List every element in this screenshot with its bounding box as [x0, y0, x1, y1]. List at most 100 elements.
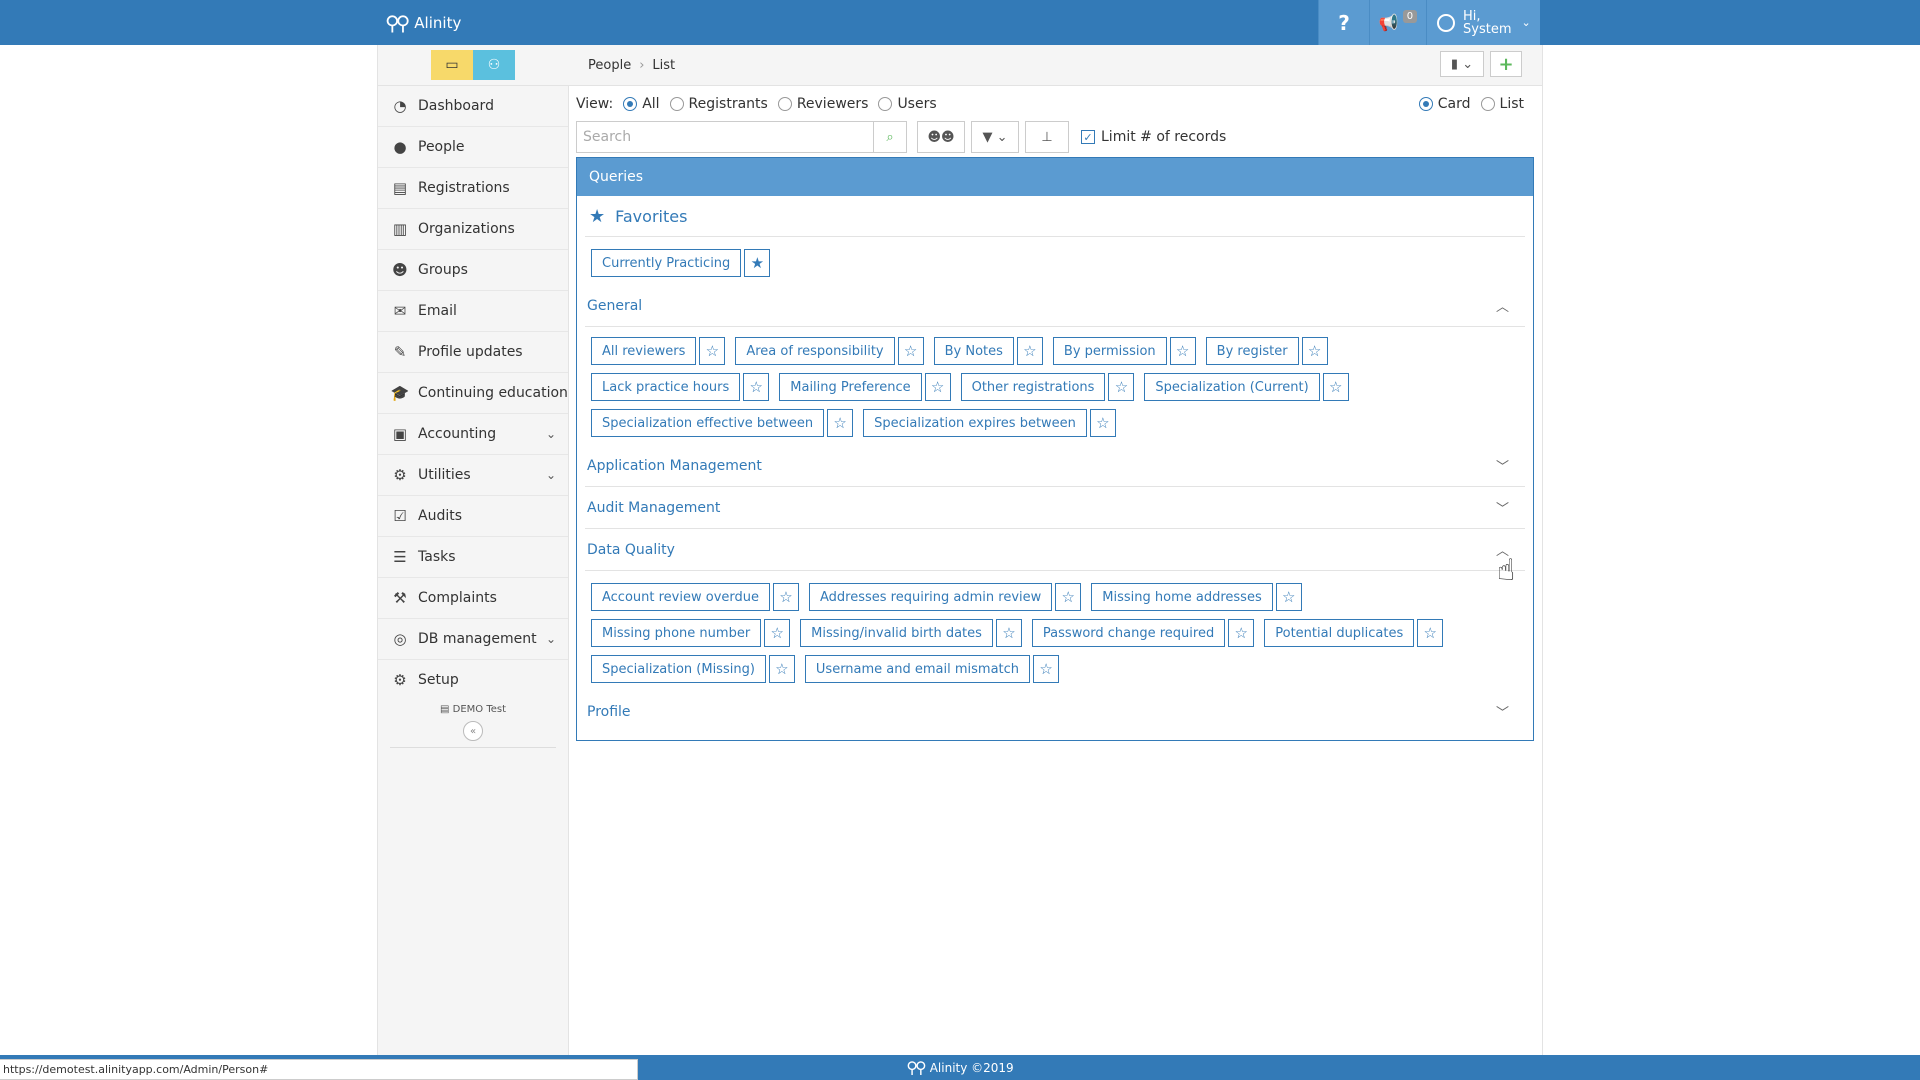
query-chip[interactable]: Specialization (Missing)	[591, 655, 766, 683]
section-audit-management[interactable]: Audit Management ﹀	[585, 487, 1525, 529]
sidebar-item-tasks[interactable]: ☰ Tasks	[378, 537, 568, 578]
star-outline-icon[interactable]: ☆	[764, 619, 791, 647]
query-chip[interactable]: Password change required	[1031, 619, 1226, 647]
sidebar-item-label: Dashboard	[418, 98, 494, 114]
star-outline-icon[interactable]: ☆	[1169, 337, 1196, 365]
view-radio-registrants[interactable]	[669, 97, 684, 111]
section-data-quality[interactable]: Data Quality ︿	[585, 529, 1525, 571]
star-outline-icon[interactable]: ☆	[995, 619, 1022, 647]
add-button[interactable]: +	[1490, 51, 1522, 77]
query-chip[interactable]: Username and email mismatch	[804, 655, 1031, 683]
star-outline-icon[interactable]: ☆	[1228, 619, 1255, 647]
section-general[interactable]: General ︿	[585, 285, 1525, 326]
filter-button[interactable]: ▼ ⌄	[971, 121, 1019, 153]
sidebar-item-setup[interactable]: ⚙ Setup	[378, 660, 568, 700]
sidebar-item-complaints[interactable]: ⚒ Complaints	[378, 578, 568, 619]
star-outline-icon[interactable]: ☆	[1033, 655, 1060, 683]
query-chip[interactable]: Addresses requiring admin review	[809, 583, 1053, 611]
star-outline-icon[interactable]: ☆	[743, 373, 770, 401]
query-chip[interactable]: Specialization effective between	[591, 409, 825, 437]
sidebar-item-email[interactable]: ✉ Email	[378, 291, 568, 332]
person-mode-button[interactable]: ⚇	[473, 50, 515, 80]
limit-records-checkbox[interactable]: ✓	[1081, 130, 1095, 144]
database-icon: ◎	[393, 630, 407, 648]
sidebar-item-accounting[interactable]: ▣ Accounting ⌄	[378, 414, 568, 455]
query-chip[interactable]: Potential duplicates	[1264, 619, 1415, 647]
sidebar-collapse-button[interactable]: «	[463, 721, 483, 741]
query-chip[interactable]: Missing home addresses	[1091, 583, 1273, 611]
star-outline-icon[interactable]: ☆	[1016, 337, 1043, 365]
notifications-button[interactable]: 📢 0	[1369, 0, 1426, 45]
query-chip[interactable]: Account review overdue	[591, 583, 770, 611]
query-chip[interactable]: Area of responsibility	[735, 337, 895, 365]
query-chip[interactable]: Specialization (Current)	[1144, 373, 1320, 401]
chevron-down-icon: ﹀	[1495, 706, 1509, 721]
sidebar-item-groups[interactable]: ☻ Groups	[378, 250, 568, 291]
search-input[interactable]: Search	[576, 121, 874, 153]
layout-radio-list[interactable]	[1480, 97, 1495, 111]
sidebar-item-organizations[interactable]: ▥ Organizations	[378, 209, 568, 250]
id-card-icon: ▤	[392, 179, 408, 197]
query-chip[interactable]: All reviewers	[591, 337, 697, 365]
query-item: Addresses requiring admin review ☆	[809, 583, 1082, 611]
query-chip[interactable]: Mailing Preference	[779, 373, 922, 401]
query-item: By permission ☆	[1052, 337, 1196, 365]
star-outline-icon[interactable]: ☆	[768, 655, 795, 683]
search-toolbar: Search ⌕ ☻☻ ▼ ⌄ ⊥ ✓ Limit # of records	[576, 121, 1226, 153]
gears-icon: ⚙	[393, 466, 407, 484]
alinity-logo-icon: ⚲⚲	[906, 1058, 927, 1077]
query-chip[interactable]: Other registrations	[960, 373, 1106, 401]
sidebar-item-continuing-education[interactable]: 🎓 Continuing education	[378, 373, 568, 414]
breadcrumb-people[interactable]: People	[588, 58, 631, 73]
favorites-title: Favorites	[615, 206, 688, 226]
star-outline-icon[interactable]: ☆	[773, 583, 799, 611]
pin-button[interactable]: ⊥	[1025, 121, 1069, 153]
star-outline-icon[interactable]: ☆	[1322, 373, 1349, 401]
star-outline-icon[interactable]: ☆	[1301, 337, 1328, 365]
view-radio-users[interactable]	[878, 97, 893, 111]
help-button[interactable]: ?	[1318, 0, 1369, 45]
star-outline-icon[interactable]: ☆	[924, 373, 951, 401]
brand[interactable]: ⚲⚲ Alinity	[385, 0, 461, 45]
user-menu-button[interactable]: Hi, System ⌄	[1426, 0, 1540, 45]
data-quality-query-list: Account review overdue ☆ Addresses requir…	[577, 571, 1533, 691]
star-outline-icon[interactable]: ☆	[699, 337, 726, 365]
section-profile[interactable]: Profile ﹀	[585, 691, 1525, 732]
view-radio-all[interactable]	[623, 97, 638, 111]
sidebar-item-people[interactable]: ● People	[378, 127, 568, 168]
document-menu-button[interactable]: ▮ ⌄	[1440, 51, 1484, 77]
star-outline-icon[interactable]: ☆	[1275, 583, 1302, 611]
desktop-mode-button[interactable]: ▭	[431, 50, 473, 80]
star-outline-icon[interactable]: ☆	[897, 337, 924, 365]
sidebar-item-dashboard[interactable]: ◔ Dashboard	[378, 86, 568, 127]
section-application-management[interactable]: Application Management ﹀	[585, 445, 1525, 487]
star-filled-icon[interactable]: ★	[744, 249, 771, 277]
layout-radio-card[interactable]	[1418, 97, 1433, 111]
sidebar-item-utilities[interactable]: ⚙ Utilities ⌄	[378, 455, 568, 496]
view-option-label: Users	[897, 96, 937, 112]
view-radio-reviewers[interactable]	[777, 97, 792, 111]
star-outline-icon[interactable]: ☆	[1089, 409, 1116, 437]
star-outline-icon[interactable]: ☆	[827, 409, 854, 437]
sidebar-item-db-management[interactable]: ◎ DB management ⌄	[378, 619, 568, 660]
star-outline-icon[interactable]: ☆	[1417, 619, 1444, 647]
search-button[interactable]: ⌕	[873, 121, 907, 153]
user-icon: ⚇	[487, 57, 501, 73]
query-chip[interactable]: By register	[1205, 337, 1299, 365]
chevron-down-icon: ﹀	[1495, 502, 1509, 517]
query-chip[interactable]: Missing/invalid birth dates	[800, 619, 993, 647]
group-button[interactable]: ☻☻	[917, 121, 965, 153]
query-chip[interactable]: Missing phone number	[591, 619, 762, 647]
star-outline-icon[interactable]: ☆	[1108, 373, 1135, 401]
sidebar-item-profile-updates[interactable]: ✎ Profile updates	[378, 332, 568, 373]
notification-count: 0	[1402, 10, 1418, 23]
query-chip[interactable]: Specialization expires between	[863, 409, 1087, 437]
query-chip[interactable]: By permission	[1052, 337, 1167, 365]
sidebar-item-registrations[interactable]: ▤ Registrations	[378, 168, 568, 209]
query-chip[interactable]: By Notes	[933, 337, 1014, 365]
chevron-down-icon: ⌄	[545, 468, 556, 482]
query-chip[interactable]: Lack practice hours	[591, 373, 741, 401]
sidebar-item-audits[interactable]: ☑ Audits	[378, 496, 568, 537]
star-outline-icon[interactable]: ☆	[1055, 583, 1082, 611]
query-chip[interactable]: Currently Practicing	[591, 249, 742, 277]
